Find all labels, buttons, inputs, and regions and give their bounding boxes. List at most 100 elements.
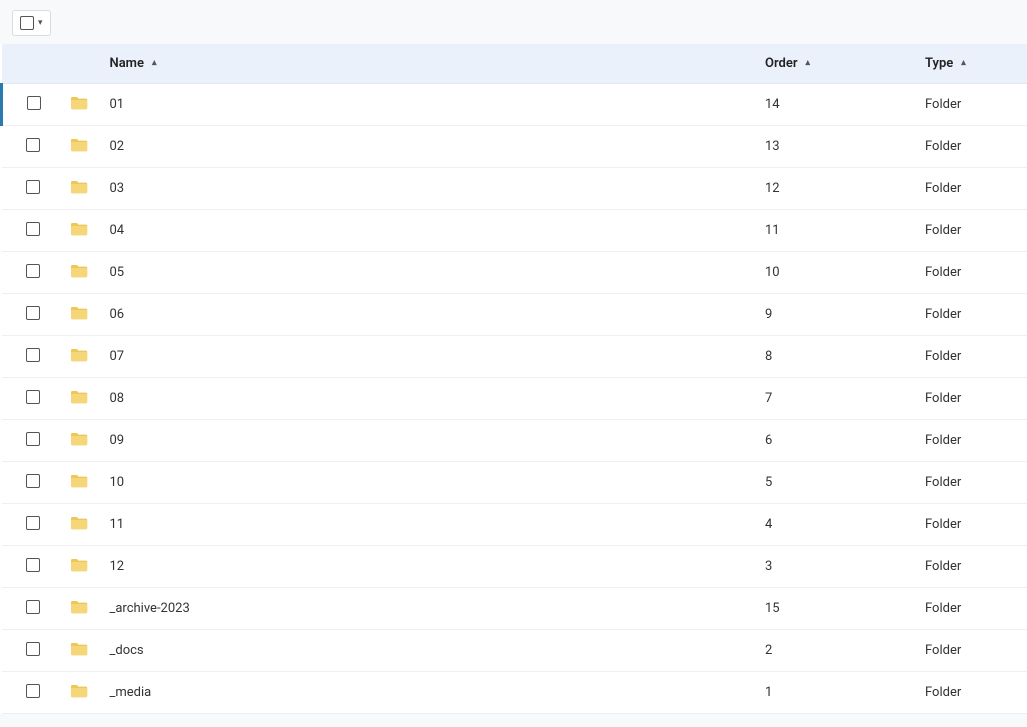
row-checkbox[interactable] <box>26 264 40 278</box>
table-row[interactable]: _media1Folder <box>2 672 1027 714</box>
row-checkbox-cell <box>2 420 62 462</box>
row-type: Folder <box>925 433 961 448</box>
row-type: Folder <box>925 601 961 616</box>
folder-icon <box>70 138 88 152</box>
row-order: 15 <box>765 601 780 616</box>
row-name-cell: 11 <box>102 504 758 546</box>
table-row[interactable]: 0411Folder <box>2 210 1027 252</box>
row-checkbox[interactable] <box>26 348 40 362</box>
row-name-cell: 04 <box>102 210 758 252</box>
row-checkbox[interactable] <box>26 390 40 404</box>
row-name[interactable]: 01 <box>110 97 125 112</box>
row-order: 6 <box>765 433 772 448</box>
row-name[interactable]: 04 <box>110 223 125 238</box>
sort-asc-icon: ▴ <box>152 59 157 68</box>
table-row[interactable]: 114Folder <box>2 504 1027 546</box>
table-row[interactable]: 087Folder <box>2 378 1027 420</box>
folder-icon <box>70 516 88 530</box>
folder-icon <box>70 558 88 572</box>
row-checkbox-cell <box>2 336 62 378</box>
row-checkbox[interactable] <box>26 684 40 698</box>
row-name[interactable]: _archive-2023 <box>110 601 190 616</box>
table-row[interactable]: 0213Folder <box>2 126 1027 168</box>
table-row[interactable]: 078Folder <box>2 336 1027 378</box>
row-name-cell: 02 <box>102 126 758 168</box>
row-icon-cell <box>62 126 102 168</box>
header-type[interactable]: Type ▴ <box>925 56 966 71</box>
row-name[interactable]: 03 <box>110 181 125 196</box>
row-order-cell: 3 <box>757 546 917 588</box>
row-order-cell: 14 <box>757 84 917 126</box>
row-checkbox[interactable] <box>26 432 40 446</box>
row-icon-cell <box>62 336 102 378</box>
row-type: Folder <box>925 181 961 196</box>
row-order-cell: 15 <box>757 588 917 630</box>
row-name[interactable]: 06 <box>110 307 125 322</box>
row-icon-cell <box>62 588 102 630</box>
row-checkbox[interactable] <box>26 138 40 152</box>
row-checkbox[interactable] <box>26 642 40 656</box>
row-order: 1 <box>765 685 772 700</box>
row-type: Folder <box>925 643 961 658</box>
row-name-cell: 08 <box>102 378 758 420</box>
row-name[interactable]: 05 <box>110 265 125 280</box>
folder-icon <box>70 222 88 236</box>
table-row[interactable]: 09 6 Folder <box>2 420 1027 462</box>
row-type-cell: Folder <box>917 84 1027 126</box>
header-name[interactable]: Name ▴ <box>110 56 157 71</box>
select-all-dropdown[interactable]: ▾ <box>12 10 51 36</box>
row-name-cell: _archive-2023 <box>102 588 758 630</box>
row-name[interactable]: 09 <box>110 433 125 448</box>
header-order[interactable]: Order ▴ <box>765 56 810 71</box>
row-checkbox[interactable] <box>26 306 40 320</box>
header-checkbox-col <box>2 44 62 84</box>
row-icon-cell <box>62 672 102 714</box>
row-type: Folder <box>925 517 961 532</box>
row-checkbox[interactable] <box>26 180 40 194</box>
row-name-cell: _media <box>102 672 758 714</box>
row-name[interactable]: 12 <box>110 559 125 574</box>
table-row[interactable]: 01 14Folder <box>2 84 1027 126</box>
row-checkbox-cell <box>2 294 62 336</box>
row-icon-cell <box>62 168 102 210</box>
row-name[interactable]: 02 <box>110 139 125 154</box>
row-name[interactable]: _media <box>110 685 152 700</box>
row-name[interactable]: _docs <box>110 643 144 658</box>
row-checkbox[interactable] <box>26 474 40 488</box>
row-order: 11 <box>765 223 780 238</box>
row-icon-cell <box>62 630 102 672</box>
row-icon-cell <box>62 546 102 588</box>
table-row[interactable]: 0312Folder <box>2 168 1027 210</box>
row-name[interactable]: 08 <box>110 391 125 406</box>
table-row[interactable]: 105Folder <box>2 462 1027 504</box>
row-name[interactable]: 11 <box>110 517 125 532</box>
row-order-cell: 5 <box>757 462 917 504</box>
row-type-cell: Folder <box>917 588 1027 630</box>
row-name-cell: _docs <box>102 630 758 672</box>
row-order: 5 <box>765 475 772 490</box>
table-row[interactable]: _docs2Folder <box>2 630 1027 672</box>
row-type-cell: Folder <box>917 168 1027 210</box>
table-row[interactable]: 0510Folder <box>2 252 1027 294</box>
row-icon-cell <box>62 294 102 336</box>
row-icon-cell <box>62 210 102 252</box>
row-checkbox[interactable] <box>26 222 40 236</box>
table-row[interactable]: 069Folder <box>2 294 1027 336</box>
row-checkbox[interactable] <box>27 96 41 110</box>
row-type: Folder <box>925 139 961 154</box>
table-row[interactable]: _archive-2023 15 Folder <box>2 588 1027 630</box>
row-checkbox[interactable] <box>26 558 40 572</box>
row-icon-cell <box>62 462 102 504</box>
row-order-cell: 11 <box>757 210 917 252</box>
row-name[interactable]: 10 <box>110 475 125 490</box>
row-name[interactable]: 07 <box>110 349 125 364</box>
header-icon-col <box>62 44 102 84</box>
row-checkbox-cell <box>2 378 62 420</box>
row-checkbox[interactable] <box>26 600 40 614</box>
row-type: Folder <box>925 265 961 280</box>
table-row[interactable]: 12 3 Folder <box>2 546 1027 588</box>
row-icon-cell <box>62 504 102 546</box>
row-type: Folder <box>925 559 961 574</box>
folder-icon <box>70 96 88 110</box>
row-checkbox[interactable] <box>26 516 40 530</box>
